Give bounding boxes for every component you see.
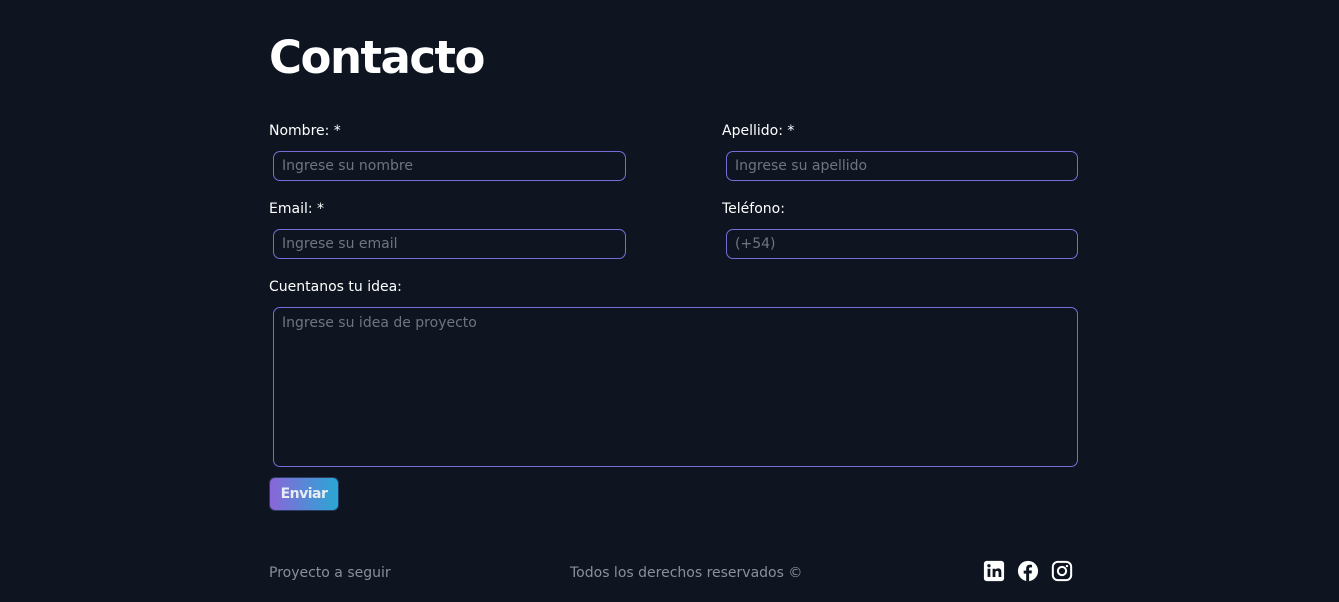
submit-button[interactable]: Enviar — [269, 477, 339, 511]
nombre-label: Nombre: * — [269, 123, 341, 139]
idea-label: Cuentanos tu idea: — [269, 279, 402, 295]
contact-section: Contacto Nombre: * Apellido: * Email: * … — [269, 0, 1079, 602]
idea-textarea[interactable] — [273, 307, 1078, 467]
email-label: Email: * — [269, 201, 325, 217]
telefono-input[interactable] — [726, 229, 1078, 259]
telefono-label: Teléfono: — [722, 201, 785, 217]
page-title: Contacto — [269, 31, 485, 84]
instagram-icon[interactable] — [1051, 560, 1073, 582]
footer-copyright: Todos los derechos reservados © — [570, 565, 803, 581]
apellido-input[interactable] — [726, 151, 1078, 181]
email-input[interactable] — [273, 229, 626, 259]
facebook-icon[interactable] — [1017, 560, 1039, 582]
nombre-input[interactable] — [273, 151, 626, 181]
linkedin-icon[interactable] — [983, 560, 1005, 582]
apellido-label: Apellido: * — [722, 123, 795, 139]
footer-left-text: Proyecto a seguir — [269, 565, 391, 581]
